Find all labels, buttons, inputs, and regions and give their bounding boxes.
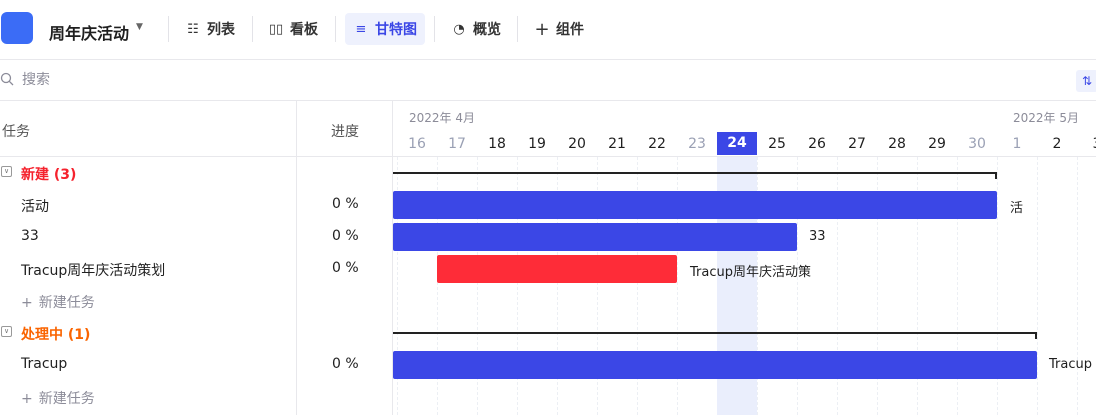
- task-row[interactable]: 33 0 %: [0, 221, 393, 253]
- day-label: 22: [648, 136, 666, 152]
- group-span-bracket: [393, 332, 1037, 339]
- divider: [252, 16, 253, 42]
- day-label: 3: [1077, 136, 1096, 152]
- task-progress: 0 %: [332, 228, 359, 244]
- overview-icon: ◔: [453, 21, 465, 37]
- top-toolbar: 周年庆活动 ▼ ☷ 列表 ▯▯ 看板 ≡ 甘特图 ◔ 概览 + 组件: [0, 0, 1096, 60]
- add-task-label: 新建任务: [38, 391, 95, 407]
- task-bar-label: 活: [1010, 201, 1024, 216]
- day-label: 19: [528, 136, 546, 152]
- plus-icon: +: [21, 391, 33, 407]
- task-bar[interactable]: [437, 255, 677, 283]
- task-name[interactable]: Tracup周年庆活动策划: [21, 260, 165, 280]
- day-label: 2: [1052, 136, 1062, 152]
- divider: [168, 16, 169, 42]
- task-progress: 0 %: [332, 356, 359, 372]
- task-name[interactable]: 33: [21, 228, 39, 244]
- chevron-down-icon[interactable]: ▼: [136, 22, 143, 32]
- add-task-row[interactable]: + 新建任务: [0, 285, 393, 317]
- day-label: 26: [808, 136, 826, 152]
- day-label: 29: [928, 136, 946, 152]
- group-row-new[interactable]: ∨ 新建 (3): [0, 157, 393, 189]
- day-label: 18: [488, 136, 506, 152]
- plus-icon: +: [534, 18, 550, 40]
- task-bar[interactable]: [393, 191, 997, 219]
- task-row[interactable]: Tracup 0 %: [0, 349, 393, 381]
- tab-list[interactable]: ☷ 列表: [177, 13, 243, 45]
- grid-line: [1037, 157, 1038, 415]
- gantt-chart: 2022年 4月 2022年 5月 16 17 18 19 20 21 22 2…: [393, 101, 1096, 415]
- add-task-label: 新建任务: [38, 295, 95, 311]
- add-component-label: 组件: [556, 22, 584, 38]
- task-bar[interactable]: [393, 223, 797, 251]
- tab-list-label: 列表: [207, 22, 235, 38]
- tab-gantt-label: 甘特图: [375, 22, 417, 38]
- tab-board[interactable]: ▯▯ 看板: [260, 13, 326, 45]
- day-label: 23: [688, 136, 706, 152]
- day-label: 30: [968, 136, 986, 152]
- task-bar-label: 33: [809, 229, 826, 244]
- add-task-button[interactable]: + 新建任务: [21, 388, 95, 408]
- month-label: 2022年 5月: [1013, 111, 1079, 125]
- day-label: 17: [448, 136, 466, 152]
- divider: [434, 16, 435, 42]
- plus-icon: +: [21, 295, 33, 311]
- tab-overview-label: 概览: [473, 22, 501, 38]
- task-name[interactable]: Tracup: [21, 356, 67, 372]
- search-bar: [0, 60, 1096, 101]
- task-bar-label: Tracup: [1049, 357, 1092, 372]
- gantt-icon: ≡: [355, 21, 367, 37]
- project-icon[interactable]: [1, 12, 33, 44]
- tab-gantt[interactable]: ≡ 甘特图: [345, 13, 425, 45]
- divider: [517, 16, 518, 42]
- day-label: 25: [768, 136, 786, 152]
- day-label: 28: [888, 136, 906, 152]
- day-label: 21: [608, 136, 626, 152]
- grid-line: [1077, 157, 1078, 415]
- divider: [335, 16, 336, 42]
- collapse-icon[interactable]: ∨: [1, 326, 12, 337]
- task-name[interactable]: 活动: [21, 196, 49, 216]
- day-label-today: 24: [717, 132, 757, 155]
- day-label: 16: [408, 136, 426, 152]
- group-label: 新建 (3): [21, 167, 77, 183]
- board-icon: ▯▯: [268, 21, 284, 37]
- add-component-button[interactable]: + 组件: [526, 13, 592, 45]
- day-label: 27: [848, 136, 866, 152]
- search-icon: [0, 72, 14, 86]
- collapse-icon[interactable]: ∨: [1, 166, 12, 177]
- group-span-bracket: [393, 172, 997, 179]
- task-progress: 0 %: [332, 260, 359, 276]
- task-bar[interactable]: [393, 351, 1037, 379]
- group-row-in-progress[interactable]: ∨ 处理中 (1): [0, 317, 393, 349]
- list-icon: ☷: [187, 21, 199, 37]
- group-label: 处理中 (1): [21, 327, 91, 343]
- sort-icon[interactable]: ⇅: [1076, 70, 1096, 92]
- column-header-task: 任务: [2, 124, 30, 140]
- day-label: 20: [568, 136, 586, 152]
- task-row[interactable]: 活动 0 %: [0, 189, 393, 221]
- column-header-progress: 进度: [331, 124, 359, 140]
- search-input[interactable]: [22, 70, 322, 90]
- tab-overview[interactable]: ◔ 概览: [443, 13, 509, 45]
- task-row[interactable]: Tracup周年庆活动策划 0 %: [0, 253, 393, 285]
- tab-board-label: 看板: [290, 22, 318, 38]
- day-label: 1: [1012, 136, 1022, 152]
- add-task-button[interactable]: + 新建任务: [21, 292, 95, 312]
- task-bar-label: Tracup周年庆活动策: [690, 265, 811, 280]
- task-progress: 0 %: [332, 196, 359, 212]
- add-task-row[interactable]: + 新建任务: [0, 381, 393, 413]
- project-title[interactable]: 周年庆活动: [49, 20, 129, 44]
- month-label: 2022年 4月: [409, 111, 475, 125]
